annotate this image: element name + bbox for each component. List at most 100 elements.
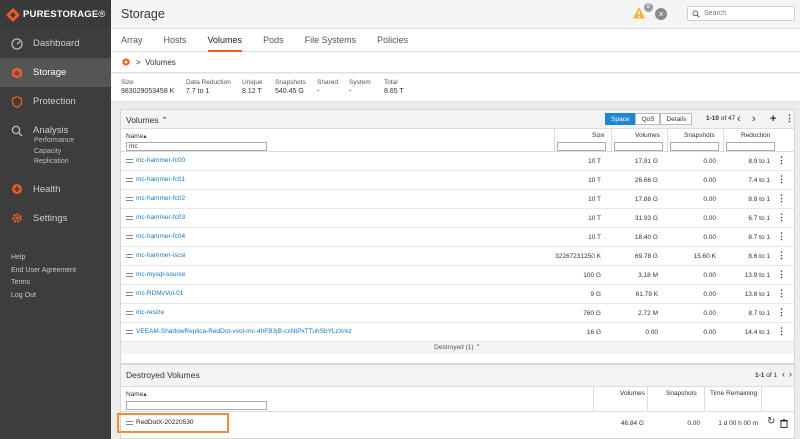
column-divider xyxy=(667,129,668,151)
volume-name-link[interactable]: mc-hammer-fc00 xyxy=(126,157,185,164)
reduction-filter-input[interactable] xyxy=(726,142,775,151)
tab-policies[interactable]: Policies xyxy=(377,29,408,52)
column-volumes[interactable]: Volumes xyxy=(620,390,645,397)
sidebar-item-protection[interactable]: Protection xyxy=(0,87,111,116)
brand-logo[interactable]: PURESTORAGE® xyxy=(0,0,111,29)
column-divider xyxy=(704,387,705,411)
add-icon[interactable]: + xyxy=(770,113,776,125)
table-row[interactable]: mc-RDMvVol-01 9 G 61.79 K 0.00 13.8 to 1 ⋮ xyxy=(121,285,794,304)
search-icon xyxy=(692,9,700,18)
sidebar-item-storage[interactable]: Storage xyxy=(0,58,111,87)
chevron-right-icon[interactable]: › xyxy=(752,113,756,125)
column-snapshots[interactable]: Snapshots xyxy=(666,390,697,397)
volume-name-link[interactable]: VEEAM-ShadowReplica-RedDot-vvol-mc-4hFB3… xyxy=(126,328,352,335)
volumes-table-body: mc-hammer-fc00 10 T 17.91 G 0.00 8.9 to 1 ⋮ mc… xyxy=(121,152,794,342)
row-more-options-icon[interactable]: ⋮ xyxy=(777,193,786,204)
selection-highlight xyxy=(117,413,229,433)
volume-name-link[interactable]: mc-resize xyxy=(126,309,164,316)
search-input[interactable] xyxy=(704,10,784,17)
space-button[interactable]: Space xyxy=(605,113,636,125)
volumes-panel-title[interactable]: Volumes ⌃ xyxy=(126,115,168,126)
volume-name-link[interactable]: mc-hammer-fc04 xyxy=(126,233,185,240)
column-volumes[interactable]: Volumes xyxy=(635,132,660,139)
tab-pods[interactable]: Pods xyxy=(263,29,284,52)
tab-hosts[interactable]: Hosts xyxy=(164,29,187,52)
table-row[interactable]: mc-hammer-fc02 10 T 17.88 G 0.00 8.8 to 1 ⋮ xyxy=(121,190,794,209)
volume-name-link[interactable]: mc-hammer-fc02 xyxy=(126,195,185,202)
trash-icon[interactable] xyxy=(780,419,788,428)
chevron-left-icon[interactable]: ‹ xyxy=(737,113,741,125)
row-more-options-icon[interactable]: ⋮ xyxy=(777,307,786,318)
reduction-cell: 6.7 to 1 xyxy=(748,215,770,222)
column-snapshots[interactable]: Snapshots xyxy=(684,132,715,139)
sidebar-item-settings[interactable]: Settings xyxy=(0,204,111,233)
column-size[interactable]: Size xyxy=(592,132,605,139)
row-more-options-icon[interactable]: ⋮ xyxy=(777,231,786,242)
table-row[interactable]: mc-hammer-fc04 10 T 18.40 G 0.00 8.7 to 1 ⋮ xyxy=(121,228,794,247)
volume-name-link[interactable]: mc-hammer-iscsi xyxy=(126,252,185,259)
sidebar-subitem-capacity[interactable]: Capacity xyxy=(34,148,111,159)
volume-name-link[interactable]: mc-hammer-fc03 xyxy=(126,214,185,221)
row-more-options-icon[interactable]: ⋮ xyxy=(777,288,786,299)
table-row[interactable]: mc-hammer-fc03 10 T 31.93 G 0.00 6.7 to 1 ⋮ xyxy=(121,209,794,228)
search-box[interactable] xyxy=(687,6,795,21)
column-reduction[interactable]: Reduction xyxy=(741,132,770,139)
settings-icon xyxy=(11,212,23,224)
snapshots-cell: 0.00 xyxy=(703,272,716,279)
column-time-remaining[interactable]: Time Remaining xyxy=(710,390,757,397)
sidebar-item-label: Protection xyxy=(33,96,76,107)
volumes-cell: 61.79 K xyxy=(635,291,658,298)
table-row[interactable]: VEEAM-ShadowReplica-RedDot-vvol-mc-4hFB3… xyxy=(121,323,794,342)
close-icon[interactable]: × xyxy=(655,8,667,20)
tab-array[interactable]: Array xyxy=(121,29,143,52)
volume-name-link[interactable]: mc-hammer-fc01 xyxy=(126,176,185,183)
volumes-cell: 0.00 xyxy=(645,329,658,336)
volumes-filter-input[interactable] xyxy=(614,142,663,151)
table-row[interactable]: mc-hammer-iscsi 32267231250 K 69.78 G 15.60… xyxy=(121,247,794,266)
table-row[interactable]: mc-mysql-source 100 G 3.18 M 0.00 13.9 to 1 ⋮ xyxy=(121,266,794,285)
terms-link[interactable]: Terms xyxy=(11,279,76,292)
snapshots-filter-input[interactable] xyxy=(670,142,719,151)
table-row[interactable]: mc-hammer-fc01 10 T 26.66 G 0.00 7.4 to 1 ⋮ xyxy=(121,171,794,190)
sidebar-item-dashboard[interactable]: Dashboard xyxy=(0,29,111,58)
sidebar-item-analysis[interactable]: Analysis xyxy=(0,116,111,145)
tab-volumes[interactable]: Volumes xyxy=(207,29,243,52)
chevron-left-icon[interactable]: ‹ xyxy=(782,369,785,379)
tab-file-systems[interactable]: File Systems xyxy=(305,29,357,52)
column-name[interactable]: Name▴ xyxy=(126,390,147,398)
snapshots-cell: 0.00 xyxy=(703,291,716,298)
destroyed-column-header: Name▴ Volumes Snapshots Time Remaining xyxy=(121,387,794,412)
destroyed-toggle[interactable]: Destroyed (1) ⌃ xyxy=(121,342,794,354)
logout-link[interactable]: Log Out xyxy=(11,292,76,305)
reduction-cell: 8.8 to 1 xyxy=(748,196,770,203)
size-cell: 16 G xyxy=(586,329,601,336)
size-filter-input[interactable] xyxy=(557,142,606,151)
sidebar-item-health[interactable]: Health xyxy=(0,175,111,204)
volume-name-link[interactable]: mc-RDMvVol-01 xyxy=(126,290,183,297)
row-more-options-icon[interactable]: ⋮ xyxy=(777,250,786,261)
size-cell: 32267231250 K xyxy=(555,253,601,260)
row-more-options-icon[interactable]: ⋮ xyxy=(777,326,786,337)
row-more-options-icon[interactable]: ⋮ xyxy=(777,212,786,223)
row-more-options-icon[interactable]: ⋮ xyxy=(777,155,786,166)
destroyed-name-filter-input[interactable] xyxy=(126,401,267,410)
table-row[interactable]: mc-resize 760 G 2.72 M 0.00 8.7 to 1 ⋮ xyxy=(121,304,794,323)
row-more-options-icon[interactable]: ⋮ xyxy=(777,174,786,185)
qos-button[interactable]: QoS xyxy=(635,113,661,125)
table-row[interactable]: mc-hammer-fc00 10 T 17.91 G 0.00 8.9 to 1 ⋮ xyxy=(121,152,794,171)
summary-shared: Shared - xyxy=(317,79,338,95)
help-link[interactable]: Help xyxy=(11,254,76,267)
volume-name-link[interactable]: mc-mysql-source xyxy=(126,271,185,278)
details-button[interactable]: Details xyxy=(660,113,693,125)
storage-home-icon[interactable] xyxy=(122,58,130,66)
name-filter-input[interactable]: mc xyxy=(126,142,267,151)
row-more-options-icon[interactable]: ⋮ xyxy=(777,269,786,280)
sidebar-subitem-replication[interactable]: Replication xyxy=(34,158,111,169)
chevron-right-icon[interactable]: › xyxy=(789,369,792,379)
more-options-icon[interactable]: ⋮ xyxy=(785,113,794,124)
column-name[interactable]: Name▴ xyxy=(126,132,147,140)
end-user-agreement-link[interactable]: End User Agreement xyxy=(11,267,76,280)
page-title: Storage xyxy=(121,7,165,21)
destroyed-snapshots-cell: 0.00 xyxy=(687,420,700,427)
recover-icon[interactable]: ↻ xyxy=(767,416,775,427)
